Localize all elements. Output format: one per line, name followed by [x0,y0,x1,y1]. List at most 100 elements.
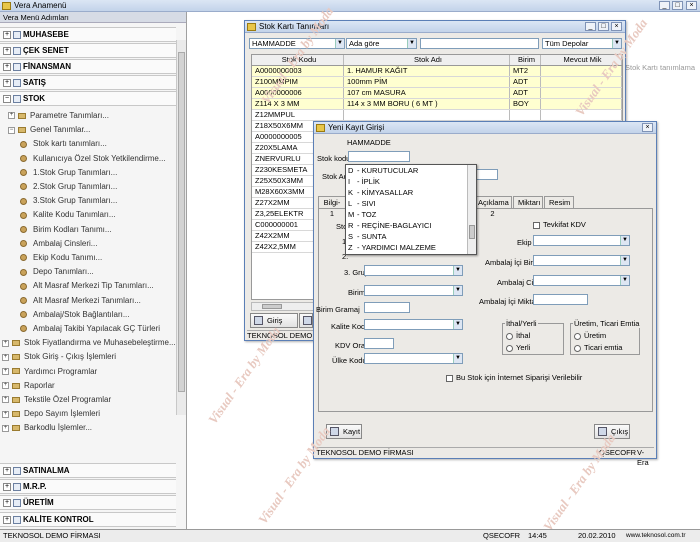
radio-icon[interactable] [506,344,513,352]
radio-icon[interactable] [506,332,513,340]
sidebar-item[interactable]: Ambalaj Takibi Yapılacak GÇ Türleri [20,322,160,335]
table-row[interactable]: A0000000006 107 cm MASURA ADT [252,88,622,99]
stok-close-button[interactable]: × [611,22,622,31]
sidebar-section-0[interactable]: + SATINALMA [0,463,176,478]
sidebar-item[interactable]: − Genel Tanımlar... [8,123,90,136]
collapse-icon[interactable]: − [8,126,15,134]
expand-icon[interactable]: + [2,382,9,390]
chevron-down-icon[interactable]: ▼ [335,39,344,48]
table-row[interactable]: Z114 X 3 MM 114 x 3 MM BORU ( 6 MT ) BOY [252,99,622,110]
sidebar-item[interactable]: Kullanıcıya Özel Stok Yetkilendirme... [20,152,166,165]
chevron-down-icon[interactable]: ▼ [620,276,629,285]
exit-button[interactable]: Çıkış [594,424,630,439]
internet-checkbox[interactable]: Bu Stok için İnternet Siparişi Verilebil… [446,373,582,382]
expand-icon[interactable]: + [3,516,11,524]
sidebar-item[interactable]: Alt Masraf Merkezi Tanımları... [20,294,141,307]
sidebar-item[interactable]: Depo Tanımları... [20,265,94,278]
scrollbar-thumb[interactable] [178,52,185,392]
save-button[interactable]: Kayıt [326,424,362,439]
list-item[interactable]: R- REÇİNE-BAGLAYICI [346,220,476,231]
dropdown-scrollbar[interactable] [467,165,476,254]
expand-icon[interactable]: + [8,112,15,120]
group-select[interactable]: HAMMADDE ▼ [249,38,345,49]
list-item[interactable]: K- KİMYASALLAR [346,187,476,198]
sidebar-item[interactable]: Birim Kodları Tanımı... [20,223,112,236]
list-item[interactable]: Z - YARDIMCI MALZEME [346,242,476,253]
sidebar-section-fi-nansman[interactable]: + FİNANSMAN [0,59,176,74]
stok-kodu-input[interactable] [348,151,410,162]
sidebar-item[interactable]: Alt Masraf Merkezi Tip Tanımları... [20,279,154,292]
minimize-button[interactable]: _ [659,1,670,10]
expand-icon[interactable]: + [3,483,11,491]
ulke-kodu-select[interactable]: ▼ [364,353,463,364]
chevron-down-icon[interactable]: ▼ [453,354,462,363]
tevkifat-checkbox[interactable]: Tevkifat KDV [533,220,586,229]
list-item[interactable]: S- SUNTA [346,231,476,242]
expand-icon[interactable]: + [3,63,11,71]
uretim-radio[interactable]: Üretim [574,331,606,340]
table-row[interactable]: Z12MMPUL [252,110,622,121]
column-header[interactable]: Stok Adı [344,55,510,65]
expand-icon[interactable]: + [2,339,9,347]
sidebar-section--ek-senet[interactable]: + ÇEK SENET [0,43,176,58]
expand-icon[interactable]: + [3,499,11,507]
list-item[interactable]: D- KURUTUCULAR [346,165,476,176]
sidebar-item[interactable]: + Tekstile Özel Programlar [2,393,111,406]
sidebar-section-3[interactable]: + KALİTE KONTROL [0,512,176,527]
ithal-radio[interactable]: İthal [506,331,530,340]
radio-icon[interactable] [574,332,581,340]
sidebar-item[interactable]: + Stok Giriş - Çıkış İşlemleri [2,350,116,363]
expand-icon[interactable]: + [2,396,9,404]
tab-miktari[interactable]: Miktarı [513,196,543,208]
expand-icon[interactable]: + [2,410,9,418]
sidebar-section-stok[interactable]: − STOK [0,91,176,106]
edit-button[interactable] [299,313,313,328]
chevron-down-icon[interactable]: ▼ [612,39,621,48]
checkbox-icon[interactable] [446,374,453,382]
expand-icon[interactable]: + [3,79,11,87]
stok-maximize-button[interactable]: □ [598,22,609,31]
column-header[interactable]: Mevcut Mik [541,55,622,65]
sidebar-item[interactable]: Kalite Kodu Tanımları... [20,208,116,221]
close-button[interactable]: × [686,1,697,10]
sidebar-item[interactable]: 3.Stok Grup Tanımları... [20,194,117,207]
sidebar-item[interactable]: Ekip Kodu Tanımı... [20,251,102,264]
sidebar-section-muhasebe[interactable]: + MUHASEBE [0,27,176,42]
tab-aciklama-2[interactable]: Açıklama 2 [473,196,512,218]
sidebar-item[interactable]: + Depo Sayım İşlemleri [2,407,100,420]
sidebar-item[interactable]: Ambalaj Cinsleri... [20,237,97,250]
column-header[interactable]: Stok Kodu [252,55,344,65]
list-item[interactable]: M- TOZ [346,209,476,220]
collapse-icon[interactable]: − [3,95,11,103]
expand-icon[interactable]: + [3,31,11,39]
depot-select[interactable]: Tüm Depolar ▼ [542,38,622,49]
ekip-select[interactable]: ▼ [533,235,630,246]
sidebar-item[interactable]: + Barkodlu İşlemler... [2,421,92,434]
sidebar-item[interactable]: Stok kartı tanımları... [20,137,107,150]
kayit-close-button[interactable]: × [642,123,653,132]
yerli-radio[interactable]: Yerli [506,343,530,352]
kdv-orani-input[interactable] [364,338,394,349]
sidebar-item[interactable]: + Stok Fiyatlandırma ve Muhasebeleştirme.… [2,336,176,349]
sidebar-item[interactable]: 2.Stok Grup Tanımları... [20,180,117,193]
checkbox-icon[interactable] [533,221,540,229]
expand-icon[interactable]: + [2,424,9,432]
sidebar-item[interactable]: + Raporlar [2,379,55,392]
tab-resim[interactable]: Resim [544,196,574,208]
ticari-radio[interactable]: Ticari emtia [574,343,622,352]
maximize-button[interactable]: □ [672,1,683,10]
sidebar-item[interactable]: + Parametre Tanımları... [8,109,109,122]
tab-bilgi-1[interactable]: Bilgi-1 [318,196,346,218]
sidebar-section-2[interactable]: + ÜRETİM [0,495,176,510]
chevron-down-icon[interactable]: ▼ [453,266,462,275]
column-header[interactable]: Birim [510,55,541,65]
expand-icon[interactable]: + [2,353,9,361]
new-entry-button[interactable]: Giriş [250,313,298,328]
sort-select[interactable]: Ada göre ▼ [346,38,417,49]
expand-icon[interactable]: + [3,47,11,55]
kalite-kodu-select[interactable]: ▼ [364,319,463,330]
scrollbar-thumb[interactable] [262,304,282,309]
ambalaj-ici-birimi-select[interactable]: ▼ [533,255,630,266]
chevron-down-icon[interactable]: ▼ [407,39,416,48]
expand-icon[interactable]: + [2,367,9,375]
